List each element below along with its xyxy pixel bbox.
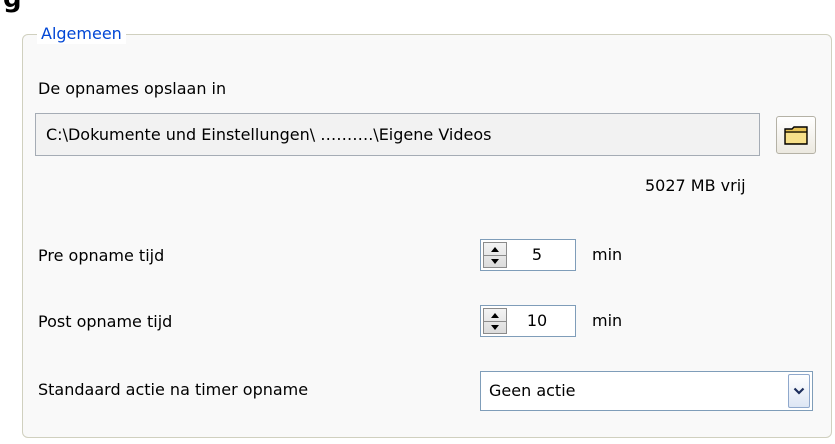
post-record-value[interactable]: 10 bbox=[515, 306, 559, 336]
post-record-label: Post opname tijd bbox=[38, 312, 173, 331]
pre-record-spin-buttons[interactable] bbox=[483, 242, 507, 268]
free-space-text: 5027 MB vrij bbox=[645, 176, 746, 195]
pre-record-unit: min bbox=[592, 245, 623, 264]
save-path-field[interactable]: C:\Dokumente und Einstellungen\ ……….\Eig… bbox=[35, 113, 760, 156]
clipped-heading: g bbox=[0, 0, 835, 14]
folder-icon bbox=[784, 126, 808, 145]
browse-folder-button[interactable] bbox=[776, 116, 816, 154]
chevron-down-icon[interactable] bbox=[788, 374, 810, 408]
post-record-spinner[interactable]: 10 bbox=[480, 305, 576, 337]
spin-down-icon[interactable] bbox=[484, 321, 506, 333]
save-location-label: De opnames opslaan in bbox=[38, 79, 227, 98]
default-action-value: Geen actie bbox=[489, 381, 576, 400]
save-path-text: C:\Dokumente und Einstellungen\ ……….\Eig… bbox=[46, 125, 492, 144]
group-title: Algemeen bbox=[37, 24, 126, 44]
pre-record-spinner[interactable]: 5 bbox=[480, 239, 576, 271]
pre-record-label: Pre opname tijd bbox=[38, 246, 165, 265]
default-action-label: Standaard actie na timer opname bbox=[38, 380, 309, 399]
default-action-select[interactable]: Geen actie bbox=[480, 371, 813, 411]
pre-record-value[interactable]: 5 bbox=[515, 240, 559, 270]
post-record-unit: min bbox=[592, 311, 623, 330]
spin-down-icon[interactable] bbox=[484, 255, 506, 267]
post-record-spin-buttons[interactable] bbox=[483, 308, 507, 334]
